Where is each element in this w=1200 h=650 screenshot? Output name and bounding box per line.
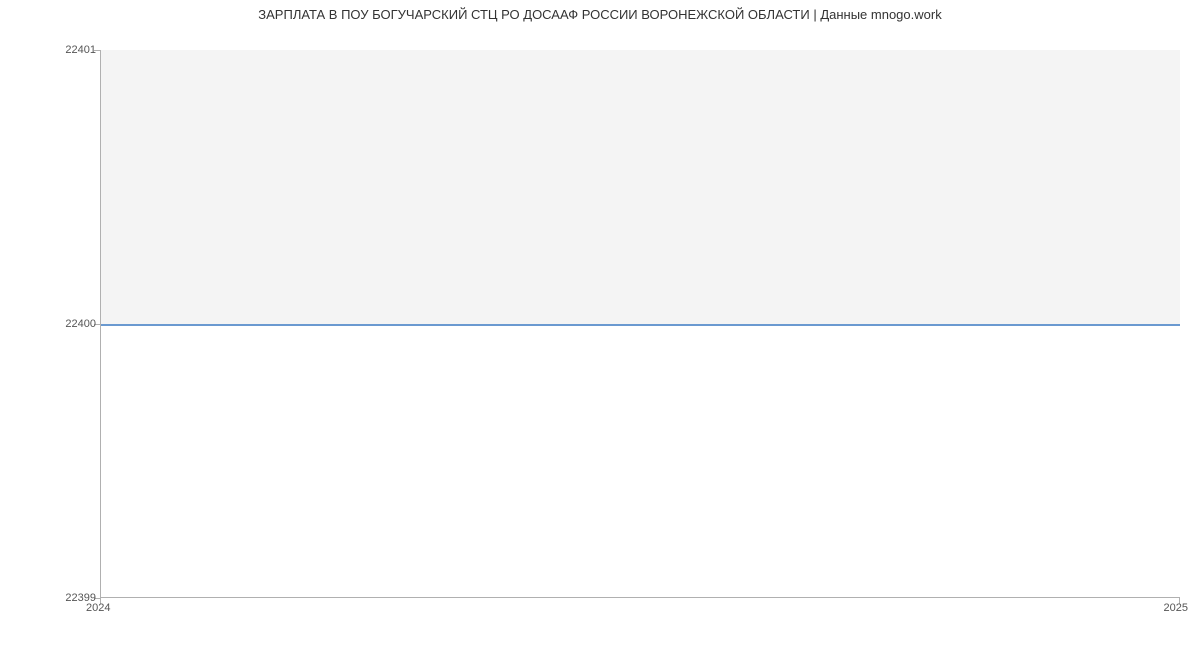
chart-title: ЗАРПЛАТА В ПОУ БОГУЧАРСКИЙ СТЦ РО ДОСААФ… xyxy=(0,7,1200,22)
x-tick-label: 2025 xyxy=(1164,602,1188,614)
y-tick-label: 22401 xyxy=(65,44,96,56)
y-tick-label: 22400 xyxy=(65,318,96,330)
data-line xyxy=(101,324,1180,326)
plot-area xyxy=(100,50,1180,598)
x-tick-label: 2024 xyxy=(86,602,110,614)
area-fill xyxy=(101,50,1180,324)
